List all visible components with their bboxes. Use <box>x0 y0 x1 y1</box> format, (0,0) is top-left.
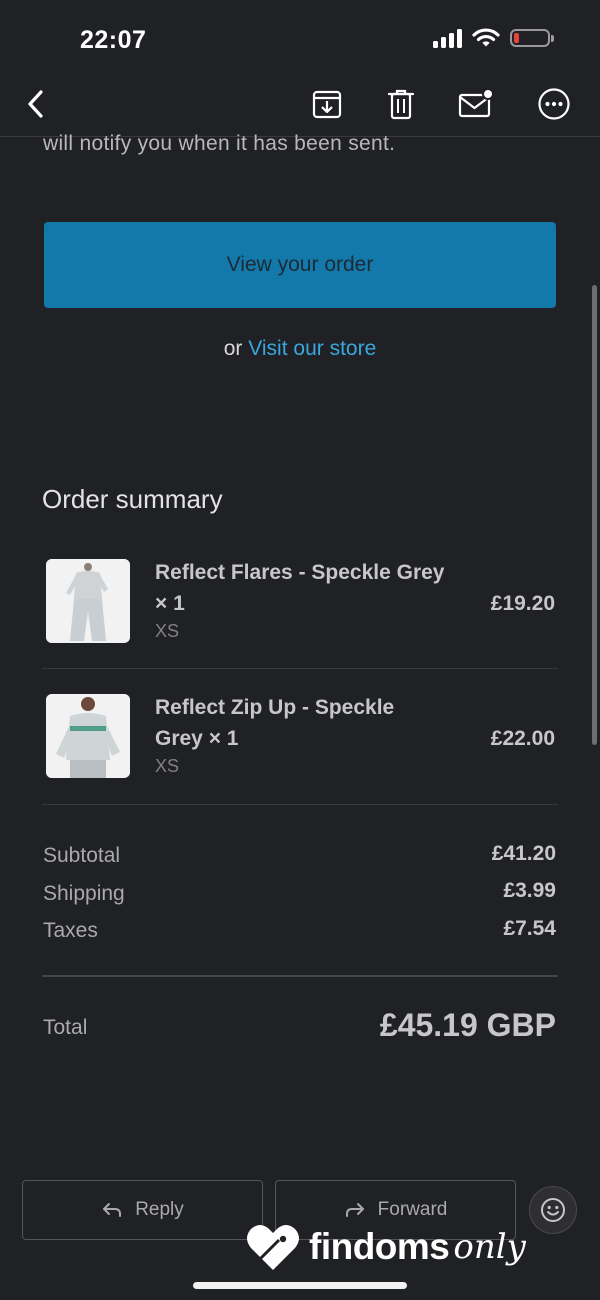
mail-toolbar <box>0 72 600 137</box>
signal-icon <box>433 28 462 48</box>
subtotal-value: £41.20 <box>491 842 556 865</box>
scrollbar[interactable] <box>592 285 597 745</box>
forward-label: Forward <box>377 1199 448 1220</box>
trash-icon <box>387 89 415 120</box>
home-indicator[interactable] <box>193 1282 407 1289</box>
shipping-label: Shipping <box>43 882 125 905</box>
divider <box>42 804 558 805</box>
status-icons <box>433 28 554 48</box>
email-body-text: will notify you when it has been sent. <box>43 132 396 155</box>
total-label: Total <box>43 1016 88 1039</box>
status-time: 22:07 <box>80 26 147 54</box>
line-item-zip-up: Reflect Zip Up - Speckle Grey × 1 XS <box>155 692 445 777</box>
forward-icon <box>345 1203 364 1217</box>
delete-button[interactable] <box>383 86 419 122</box>
more-button[interactable] <box>536 86 572 122</box>
heart-tag-icon <box>247 1225 299 1270</box>
product-thumbnail <box>46 694 130 778</box>
unread-mail-icon <box>458 88 494 118</box>
archive-button[interactable] <box>309 86 345 122</box>
item-price: £19.20 <box>490 592 555 615</box>
back-chevron-icon <box>28 90 43 118</box>
shipping-value: £3.99 <box>503 879 556 902</box>
line-item-flares: Reflect Flares - Speckle Grey × 1 XS <box>155 557 445 642</box>
item-name: Reflect Zip Up - Speckle Grey × 1 <box>155 696 395 750</box>
order-summary-title: Order summary <box>42 484 223 514</box>
item-price: £22.00 <box>490 727 555 750</box>
mark-unread-button[interactable] <box>458 86 494 122</box>
visit-store-line: or Visit our store <box>0 337 600 361</box>
item-variant: XS <box>155 621 180 641</box>
visit-store-link[interactable]: Visit our store <box>248 337 376 360</box>
watermark-brand: findoms <box>309 1226 450 1267</box>
battery-icon <box>510 29 554 47</box>
product-image-zip-up <box>46 694 130 778</box>
wifi-icon <box>472 28 500 47</box>
product-thumbnail <box>46 559 130 643</box>
emoji-reaction-button[interactable] <box>529 1186 577 1234</box>
total-value: £45.19 GBP <box>379 1007 556 1043</box>
divider <box>42 668 558 669</box>
reply-button[interactable]: Reply <box>22 1180 263 1240</box>
back-button[interactable] <box>18 86 54 122</box>
taxes-value: £7.54 <box>503 917 556 940</box>
smiley-icon <box>541 1198 565 1222</box>
more-icon <box>538 88 570 120</box>
item-name: Reflect Flares - Speckle Grey × 1 <box>155 561 445 615</box>
watermark-script: only <box>453 1227 526 1267</box>
totals-divider <box>42 975 558 977</box>
reply-label: Reply <box>135 1199 184 1220</box>
watermark: findoms only <box>245 1222 526 1272</box>
item-variant: XS <box>155 756 180 776</box>
reply-icon <box>103 1203 122 1217</box>
view-order-button[interactable]: View your order <box>44 222 556 308</box>
subtotal-label: Subtotal <box>43 844 121 867</box>
archive-icon <box>312 90 342 119</box>
taxes-label: Taxes <box>43 919 98 942</box>
or-text: or <box>223 337 243 360</box>
product-image-flares <box>46 559 130 643</box>
